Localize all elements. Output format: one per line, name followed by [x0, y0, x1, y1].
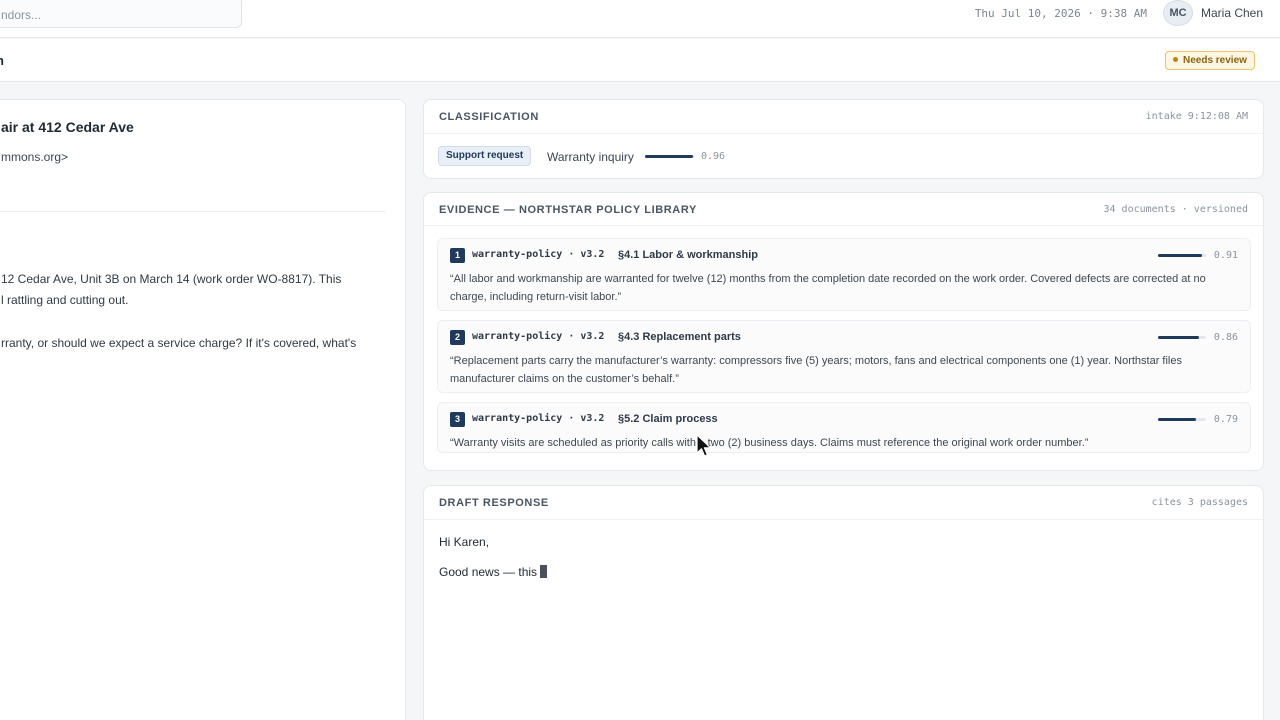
- status-dot-icon: [1173, 56, 1178, 62]
- email-paragraph: 12 Cedar Ave, Unit 3B on March 14 (work …: [1, 269, 391, 311]
- relevance-bar-fill: [1158, 418, 1196, 421]
- classification-title: CLASSIFICATION: [439, 111, 539, 123]
- confidence-bar-fill: [645, 155, 693, 158]
- relevance-bar-fill: [1158, 254, 1202, 257]
- avatar[interactable]: MC: [1163, 0, 1193, 26]
- draft-meta: cites 3 passages: [1151, 497, 1248, 508]
- draft-greeting[interactable]: Hi Karen,: [439, 535, 489, 549]
- email-subject: air at 412 Cedar Ave: [1, 119, 134, 135]
- evidence-passage[interactable]: 2 warranty-policy · v3.2 §4.3 Replacemen…: [437, 320, 1251, 393]
- passage-doc: warranty-policy · v3.2: [472, 331, 605, 342]
- search-input[interactable]: ndors...: [0, 0, 242, 28]
- relevance-bar: [1158, 336, 1206, 339]
- passage-number: 2: [450, 330, 465, 345]
- relevance-score: 0.86: [1213, 332, 1238, 343]
- email-body: 12 Cedar Ave, Unit 3B on March 14 (work …: [1, 269, 391, 376]
- passage-doc: warranty-policy · v3.2: [472, 413, 605, 424]
- status-badge-label: Needs review: [1183, 55, 1247, 66]
- draft-response-card: DRAFT RESPONSE cites 3 passages Hi Karen…: [423, 485, 1264, 720]
- draft-editor-line[interactable]: Good news — this: [439, 565, 548, 579]
- passage-section: §5.2 Claim process: [618, 413, 718, 425]
- relevance-bar-fill: [1158, 336, 1200, 339]
- evidence-meta: 34 documents · versioned: [1103, 204, 1249, 215]
- text-caret-icon: [540, 565, 548, 579]
- email-line: 12 Cedar Ave, Unit 3B on March 14 (work …: [1, 272, 342, 286]
- classification-card: CLASSIFICATION intake 9:12:08 AM Support…: [423, 99, 1264, 179]
- card-divider: [424, 225, 1263, 226]
- card-divider: [424, 519, 1263, 520]
- user-name[interactable]: Maria Chen: [1201, 6, 1263, 20]
- email-panel: air at 412 Cedar Ave mmons.org> 12 Cedar…: [0, 99, 406, 720]
- email-sender: mmons.org>: [1, 150, 69, 164]
- confidence-score: 0.96: [701, 151, 726, 162]
- datetime: Thu Jul 10, 2026 · 9:38 AM: [974, 7, 1147, 20]
- top-bar: ndors... Thu Jul 10, 2026 · 9:38 AM MC M…: [0, 0, 1280, 38]
- evidence-passage[interactable]: 1 warranty-policy · v3.2 §4.1 Labor & wo…: [437, 238, 1251, 311]
- page-header: n Needs review: [0, 39, 1280, 82]
- mouse-cursor-icon: [696, 434, 712, 457]
- relevance-score: 0.79: [1213, 414, 1238, 425]
- passage-quote: “All labor and workmanship are warranted…: [450, 273, 1206, 303]
- classification-timestamp: intake 9:12:08 AM: [1145, 111, 1248, 122]
- passage-section: §4.1 Labor & workmanship: [618, 249, 758, 261]
- email-paragraph: rranty, or should we expect a service ch…: [1, 333, 391, 354]
- category-chip[interactable]: Support request: [438, 146, 532, 166]
- confidence-bar: [645, 155, 695, 158]
- evidence-passage[interactable]: 3 warranty-policy · v3.2 §5.2 Claim proc…: [437, 402, 1251, 453]
- passage-number: 3: [450, 412, 465, 427]
- passage-quote: “Replacement parts carry the manufacture…: [450, 355, 1182, 385]
- draft-text: Good news — this: [439, 565, 538, 579]
- page-title: n: [0, 53, 4, 68]
- passage-number: 1: [450, 248, 465, 263]
- evidence-title: EVIDENCE — NORTHSTAR POLICY LIBRARY: [439, 204, 697, 216]
- passage-doc: warranty-policy · v3.2: [472, 249, 605, 260]
- evidence-card: EVIDENCE — NORTHSTAR POLICY LIBRARY 34 d…: [423, 192, 1264, 471]
- email-divider: [0, 211, 385, 212]
- relevance-bar: [1158, 418, 1206, 421]
- relevance-bar: [1158, 254, 1206, 257]
- draft-title: DRAFT RESPONSE: [439, 497, 549, 509]
- relevance-score: 0.91: [1213, 250, 1238, 261]
- classification-label: Warranty inquiry: [547, 150, 634, 164]
- passage-quote: “Warranty visits are scheduled as priori…: [450, 437, 1089, 449]
- card-divider: [424, 133, 1263, 134]
- passage-section: §4.3 Replacement parts: [618, 331, 741, 343]
- status-badge: Needs review: [1165, 51, 1255, 70]
- email-line: l rattling and cutting out.: [1, 293, 129, 307]
- email-line: rranty, or should we expect a service ch…: [1, 336, 357, 350]
